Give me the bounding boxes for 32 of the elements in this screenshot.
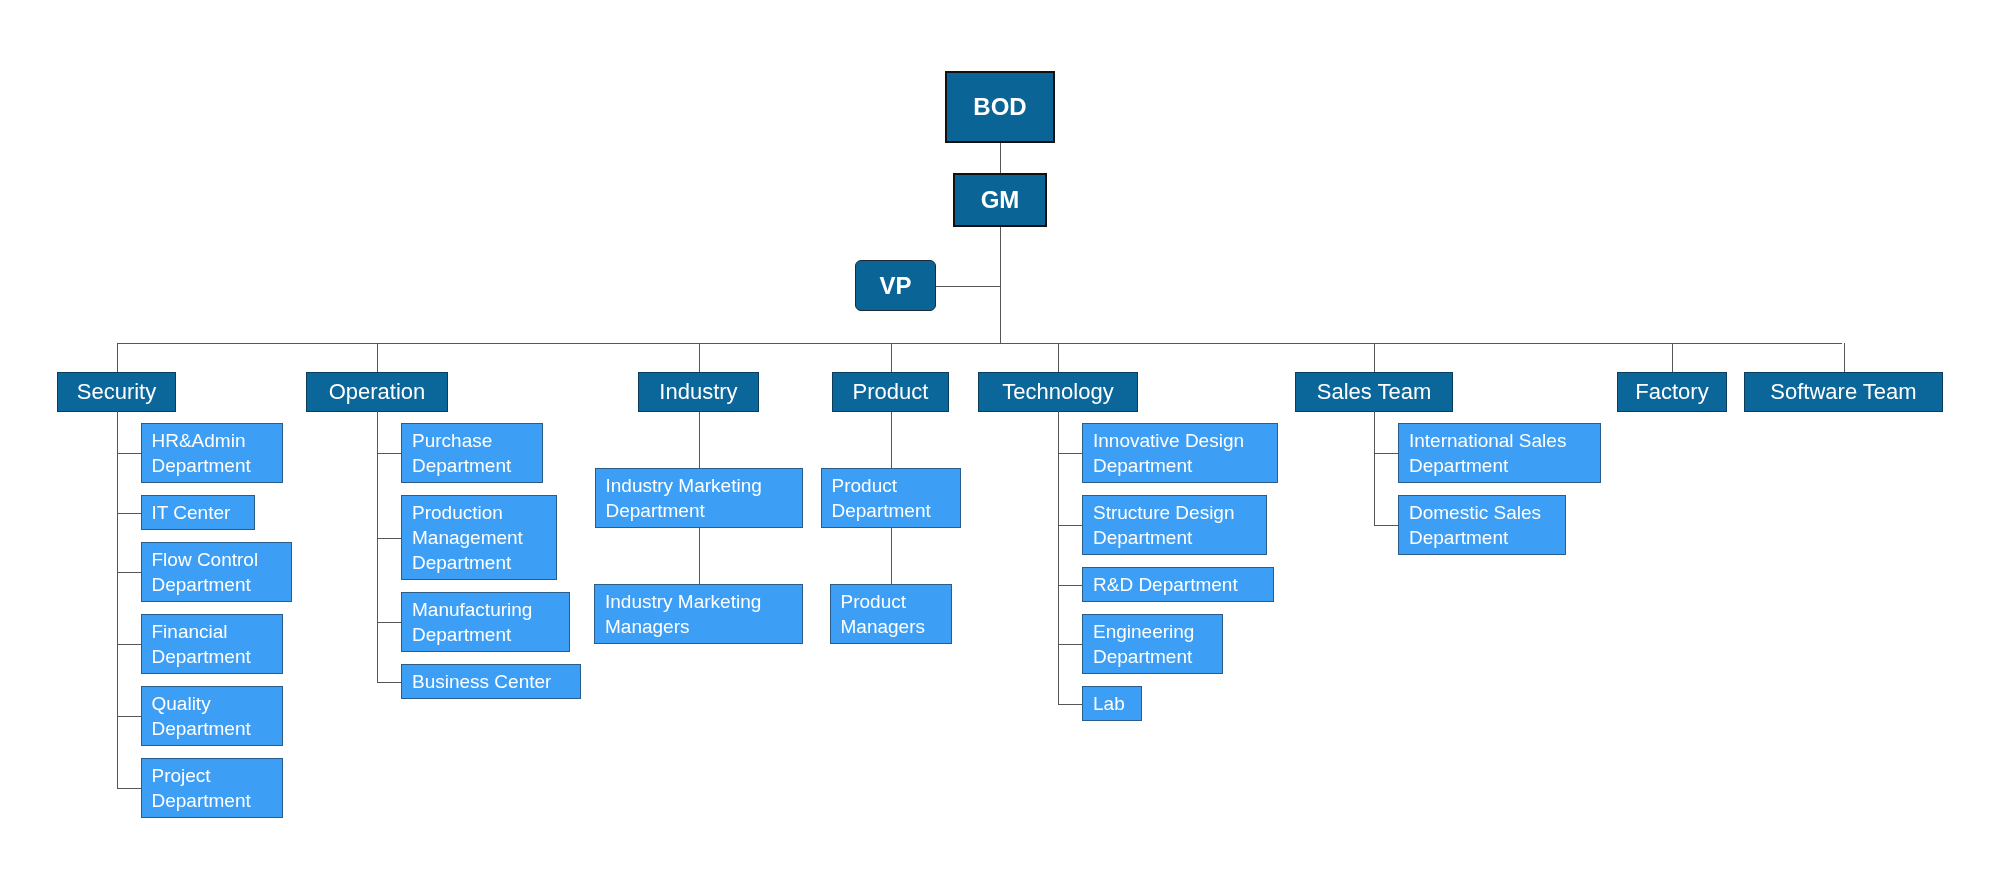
unit-node: International Sales Department xyxy=(1398,423,1601,483)
unit-node: Engineering Department xyxy=(1082,614,1223,674)
department-node: Security xyxy=(57,372,176,412)
unit-node: Domestic Sales Department xyxy=(1398,495,1566,555)
department-node: Software Team xyxy=(1744,372,1943,412)
unit-node: R&D Department xyxy=(1082,567,1274,602)
department-node: Product xyxy=(832,372,949,412)
unit-node: Lab xyxy=(1082,686,1142,721)
unit-node: Structure Design Department xyxy=(1082,495,1267,555)
unit-node: Industry Marketing Managers xyxy=(594,584,803,644)
unit-node: Industry Marketing Department xyxy=(594,468,803,528)
unit-node: Quality Department xyxy=(140,686,283,746)
position-node: GM xyxy=(953,173,1047,227)
department-node: Operation xyxy=(306,372,448,412)
unit-node: Financial Department xyxy=(140,614,283,674)
unit-node: HR&Admin Department xyxy=(140,423,283,483)
unit-node: Innovative Design Department xyxy=(1082,423,1278,483)
department-node: Factory xyxy=(1617,372,1727,412)
department-node: Sales Team xyxy=(1295,372,1453,412)
unit-node: Manufacturing Department xyxy=(401,592,570,652)
unit-node: Product Department xyxy=(820,468,961,528)
unit-node: IT Center xyxy=(140,495,255,530)
unit-node: Flow Control Department xyxy=(140,542,292,602)
unit-node: Business Center xyxy=(401,664,581,699)
unit-node: Purchase Department xyxy=(401,423,543,483)
position-node: BOD xyxy=(945,71,1055,143)
unit-node: Production Management Department xyxy=(401,495,557,580)
position-node: VP xyxy=(855,260,936,311)
unit-node: Product Managers xyxy=(829,584,952,644)
department-node: Industry xyxy=(638,372,759,412)
unit-node: Project Department xyxy=(140,758,283,818)
department-node: Technology xyxy=(978,372,1138,412)
